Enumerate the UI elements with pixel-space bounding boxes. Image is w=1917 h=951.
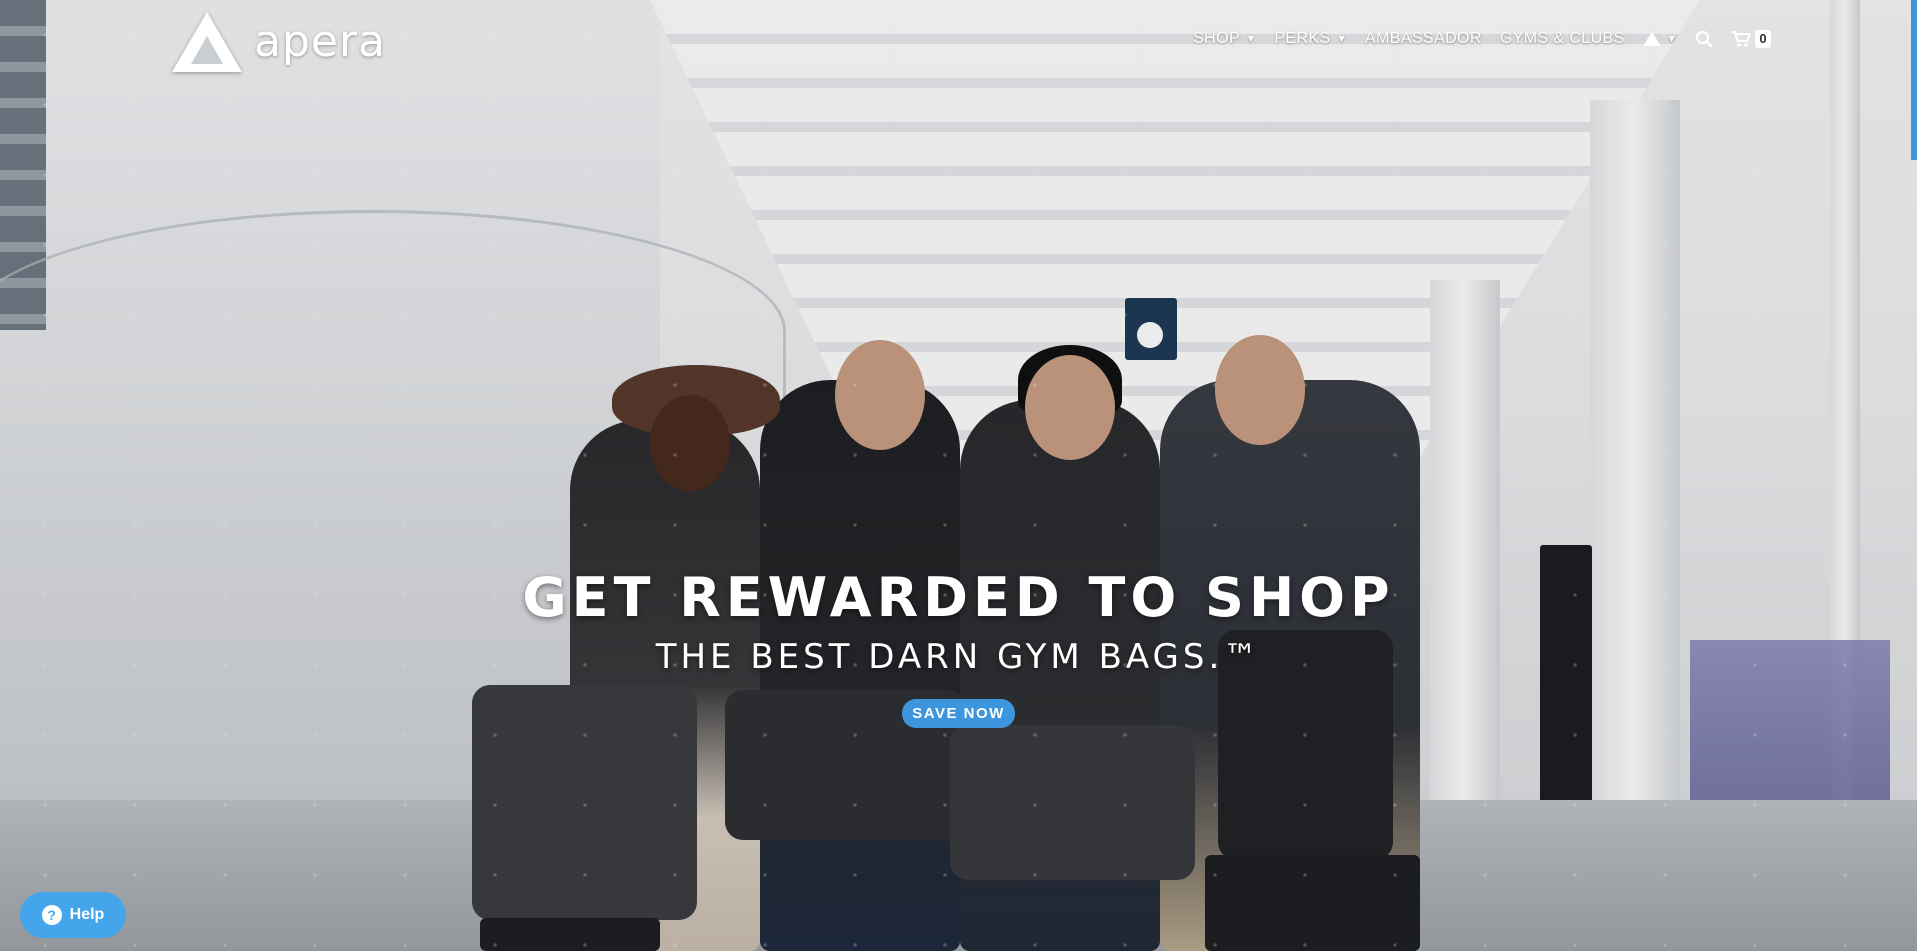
apera-logo-icon: [172, 12, 242, 72]
search-button[interactable]: [1695, 30, 1713, 48]
help-label: Help: [69, 906, 105, 923]
apera-account-icon: [1642, 32, 1661, 46]
nav-item-perks[interactable]: PERKS ▼: [1274, 30, 1347, 48]
scrollbar-thumb[interactable]: [1911, 0, 1917, 160]
hero-section: [0, 0, 1917, 951]
logo-text: apera: [254, 16, 387, 67]
nav-item-ambassador[interactable]: AMBASSADOR: [1365, 30, 1482, 48]
chevron-down-icon: ▼: [1336, 33, 1347, 45]
question-icon: ?: [41, 905, 62, 925]
nav-item-label: PERKS: [1274, 30, 1331, 47]
nav-item-label: AMBASSADOR: [1364, 30, 1482, 47]
save-now-button[interactable]: SAVE NOW: [902, 699, 1015, 728]
image-overlay: [0, 0, 1917, 951]
nav-item-label: SHOP: [1193, 30, 1241, 47]
cart-icon: [1732, 31, 1751, 47]
main-nav: SHOP ▼ PERKS ▼ AMBASSADOR GYMS & CLUBS ▼…: [1193, 30, 1771, 48]
hero-headline: GET REWARDED TO SHOP: [522, 566, 1395, 629]
help-button[interactable]: ? Help: [20, 892, 126, 938]
nav-item-label: GYMS & CLUBS: [1499, 30, 1625, 47]
cart-count-badge: 0: [1755, 30, 1771, 48]
account-menu[interactable]: ▼: [1642, 32, 1677, 46]
hero-subheadline: THE BEST DARN GYM BAGS.™: [655, 637, 1262, 677]
chevron-down-icon: ▼: [1246, 33, 1257, 45]
logo-link[interactable]: apera: [172, 12, 386, 72]
nav-item-shop[interactable]: SHOP ▼: [1193, 30, 1256, 48]
chevron-down-icon: ▼: [1666, 33, 1677, 45]
cart-button[interactable]: 0: [1731, 30, 1771, 48]
hero-text-block: GET REWARDED TO SHOP THE BEST DARN GYM B…: [0, 565, 1917, 728]
nav-item-gyms-clubs[interactable]: GYMS & CLUBS: [1500, 30, 1625, 48]
search-icon: [1695, 30, 1713, 48]
